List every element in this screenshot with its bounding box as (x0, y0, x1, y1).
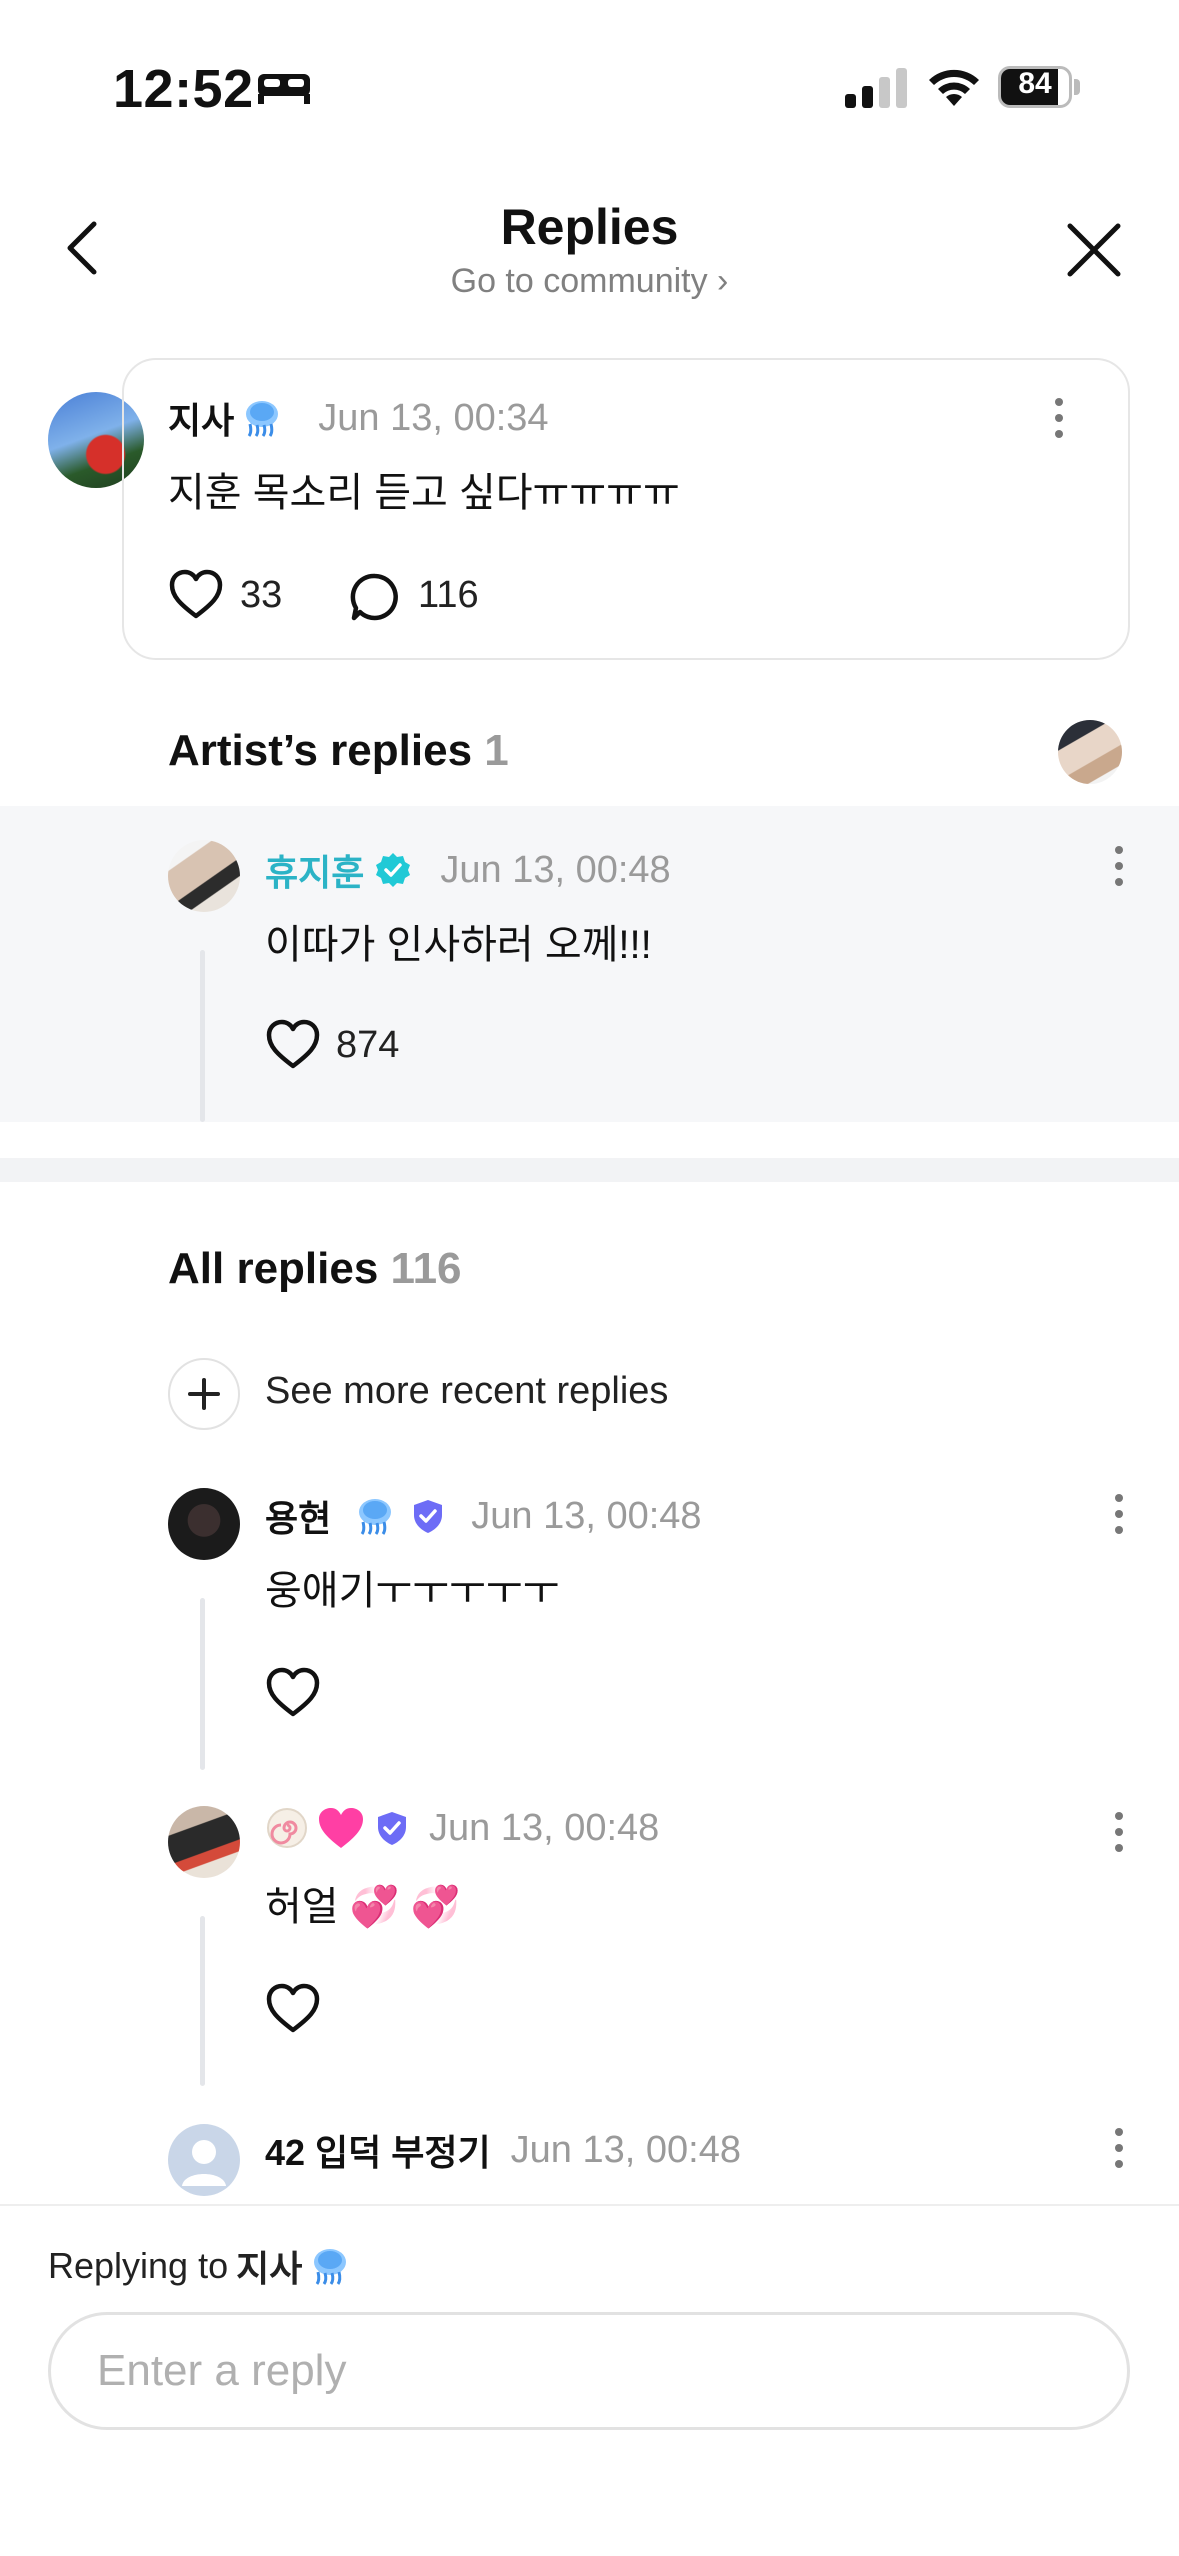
battery-indicator: 84 (998, 66, 1080, 108)
reply-like-icon[interactable] (265, 1666, 321, 1718)
jellyfish-badge-icon (314, 2249, 347, 2285)
section-divider (0, 1158, 1179, 1182)
reply-more-icon[interactable] (1112, 1810, 1126, 1854)
status-time: 12:52 (113, 59, 254, 119)
reply-header: 42 입덕 부정기 Jun 13, 00:48 (265, 2124, 741, 2176)
post-comment-count: 116 (418, 574, 479, 616)
artist-reply-more-icon[interactable] (1112, 844, 1126, 888)
verified-shield-icon (378, 1812, 406, 1845)
artist-reply-header: 휴지훈 Jun 13, 00:48 (265, 844, 671, 896)
post-date: Jun 13, 00:34 (318, 396, 549, 439)
replying-prefix: Replying to (48, 2245, 229, 2286)
all-replies-title: All replies (168, 1244, 379, 1293)
page-title: Replies (500, 199, 679, 255)
see-more-button[interactable] (168, 1358, 240, 1430)
all-replies-count: 116 (390, 1244, 462, 1293)
verified-artist-icon (376, 853, 411, 887)
reply-more-icon[interactable] (1112, 1492, 1126, 1536)
artist-replies-count: 1 (484, 726, 509, 775)
artist-reply-like-icon[interactable] (265, 1018, 321, 1070)
reply-avatar[interactable] (168, 1488, 240, 1560)
reply-header: Jun 13, 00:48 (265, 1806, 659, 1850)
verified-shield-icon (414, 1500, 443, 1533)
post-like-count: 33 (240, 574, 283, 616)
post-more-options-icon[interactable] (1052, 396, 1066, 440)
jellyfish-badge-icon (246, 401, 279, 437)
post-author-name[interactable]: 지사 (168, 392, 234, 444)
reply-text: 웅애기ㅜㅜㅜㅜㅜ (265, 1569, 560, 1613)
reply-header: 용현 Jun 13, 00:48 (265, 1490, 702, 1542)
reply-avatar-default[interactable] (168, 2124, 240, 2196)
battery-percent: 84 (1018, 67, 1052, 100)
sleep-focus-icon (258, 74, 310, 104)
thread-line (200, 1916, 205, 2086)
artist-replies-heading: Artist’s replies 1 (168, 726, 509, 776)
jellyfish-badge-icon (359, 1499, 392, 1535)
artist-reply-avatar[interactable] (168, 840, 240, 912)
artist-reply-like-count: 874 (336, 1024, 400, 1066)
all-replies-heading: All replies 116 (168, 1244, 462, 1294)
cellular-signal-icon (845, 68, 907, 108)
artist-avatar-small[interactable] (1058, 720, 1122, 784)
reply-date: Jun 13, 00:48 (429, 1806, 660, 1849)
artist-reply-text: 이따가 인사하러 오께!!! (265, 923, 652, 967)
see-more-recent-replies[interactable]: See more recent replies (265, 1370, 668, 1413)
reply-more-icon[interactable] (1112, 2126, 1126, 2170)
reply-date: Jun 13, 00:48 (510, 2128, 741, 2171)
artist-reply-date: Jun 13, 00:48 (440, 848, 671, 891)
reply-like-icon[interactable] (265, 1982, 321, 2034)
go-to-community-link[interactable]: Go to community › (0, 262, 1179, 301)
thread-line (200, 1598, 205, 1770)
artist-replies-title: Artist’s replies (168, 726, 473, 775)
pink-heart-icon (319, 1808, 363, 1848)
fishcake-emoji-icon (267, 1808, 307, 1848)
default-user-icon (182, 2140, 226, 2186)
reply-author[interactable]: 42 입덕 부정기 (265, 2124, 491, 2176)
close-icon[interactable] (1066, 222, 1122, 278)
reply-avatar[interactable] (168, 1806, 240, 1878)
comment-bubble-icon[interactable] (350, 572, 400, 622)
replying-to-label: Replying to 지사 (48, 2240, 350, 2292)
reply-author[interactable]: 용현 (265, 1490, 331, 1542)
reply-text: 허얼 💞 💞 (265, 1885, 461, 1929)
artist-reply-author[interactable]: 휴지훈 (265, 844, 364, 896)
post-text: 지훈 목소리 듣고 싶다ㅠㅠㅠㅠ (168, 471, 680, 515)
replying-to-name: 지사 (236, 2248, 303, 2289)
reply-date: Jun 13, 00:48 (471, 1494, 702, 1537)
thread-line (200, 950, 205, 1122)
plus-icon (188, 1378, 220, 1410)
wifi-icon (929, 69, 979, 106)
like-heart-icon[interactable] (168, 568, 224, 620)
post-header: 지사 Jun 13, 00:34 (168, 392, 549, 444)
reply-input[interactable] (48, 2312, 1130, 2430)
